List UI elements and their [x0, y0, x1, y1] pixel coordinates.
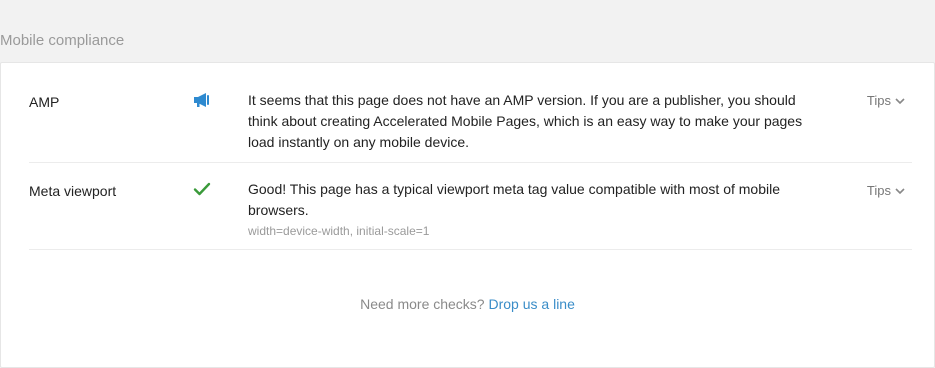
megaphone-icon [193, 92, 213, 112]
mobile-compliance-card: AMP It seems that this page does not hav… [0, 62, 935, 368]
drop-us-a-line-link[interactable]: Drop us a line [489, 296, 575, 312]
check-message: It seems that this page does not have an… [248, 92, 803, 150]
check-name: AMP [29, 94, 60, 110]
check-message-block: Good! This page has a typical viewport m… [248, 179, 808, 239]
chevron-down-icon [895, 97, 905, 104]
check-message: Good! This page has a typical viewport m… [248, 181, 781, 218]
tips-toggle-amp[interactable]: Tips [867, 91, 905, 111]
check-row-meta-viewport: Meta viewport Good! This page has a typi… [29, 163, 912, 250]
tips-toggle-meta-viewport[interactable]: Tips [867, 181, 905, 201]
tips-label: Tips [866, 183, 891, 198]
chevron-down-icon [895, 187, 905, 194]
section-title: Mobile compliance [0, 32, 125, 49]
tips-label: Tips [866, 93, 891, 108]
checkmark-icon [193, 181, 213, 201]
check-name: Meta viewport [29, 183, 117, 199]
check-row-amp: AMP It seems that this page does not hav… [29, 63, 912, 163]
footer-prompt: Need more checks? Drop us a line [1, 294, 934, 314]
check-detail-value: width=device-width, initial-scale=1 [248, 224, 430, 238]
footer-prompt-text: Need more checks? [360, 296, 485, 312]
